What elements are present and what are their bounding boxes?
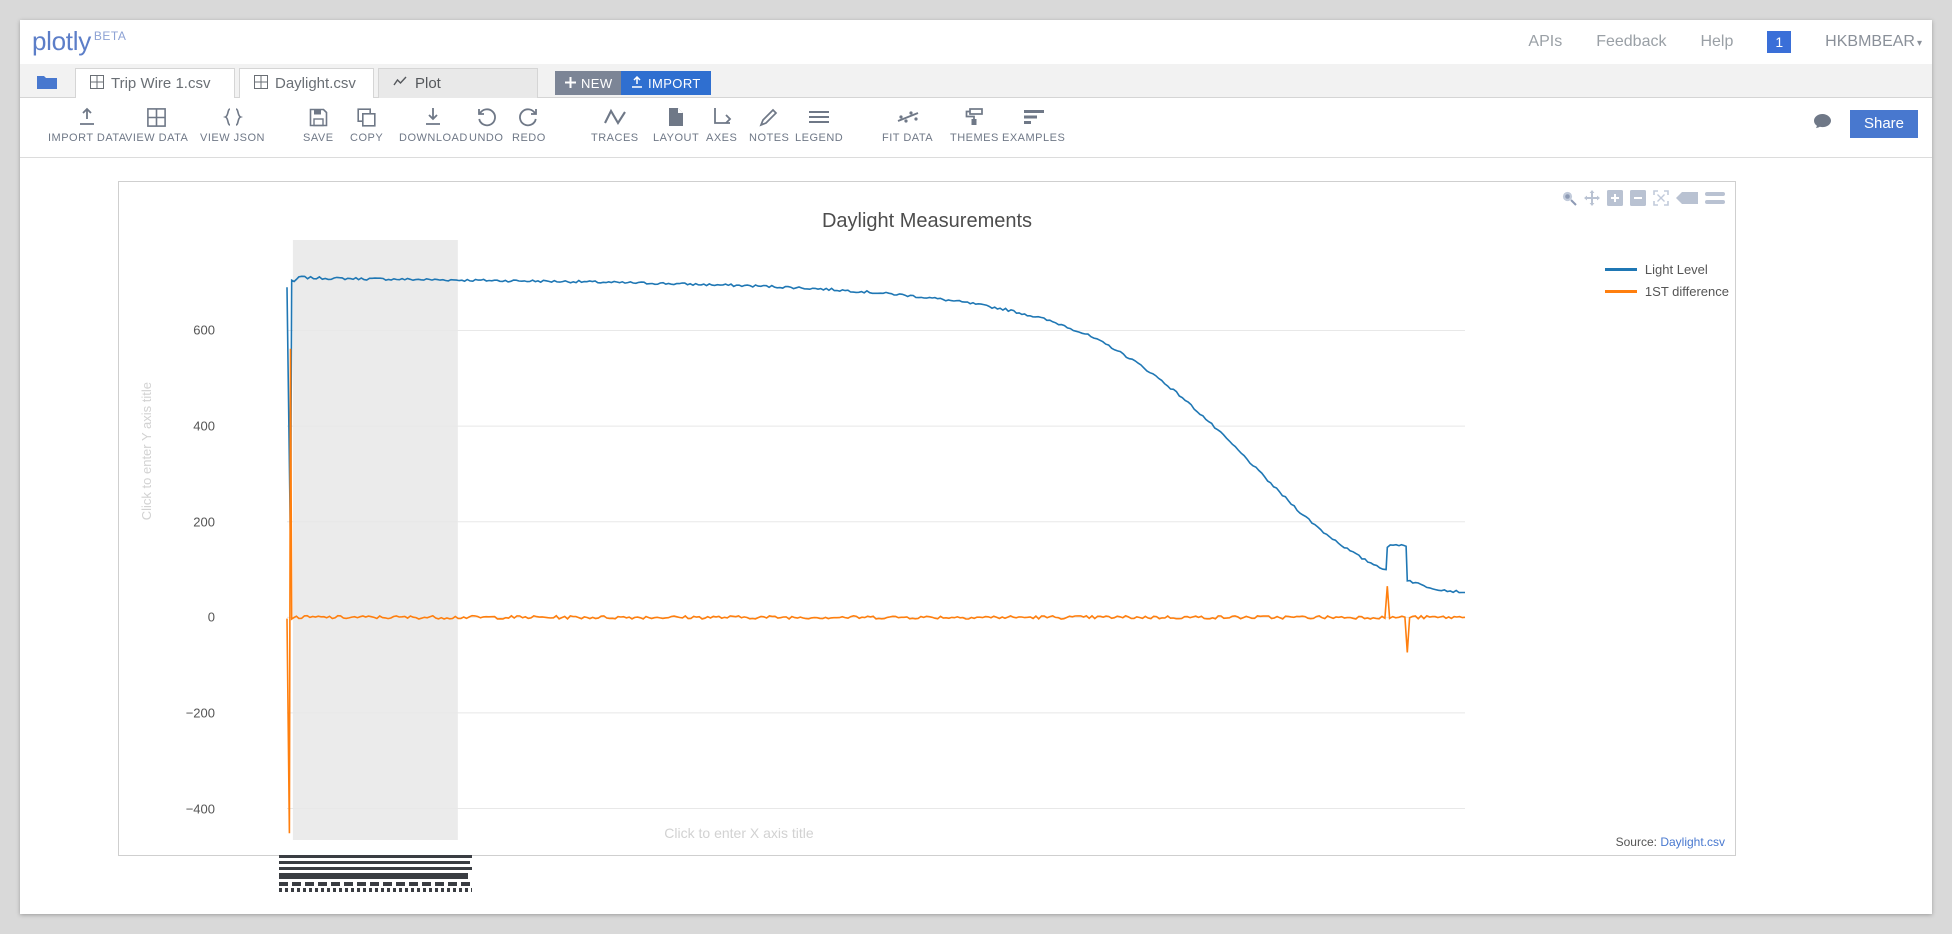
- toolbar-label: FIT DATA: [882, 132, 934, 144]
- toolbar-label: DOWNLOAD: [399, 132, 468, 144]
- braces-icon: [222, 106, 244, 128]
- undo-icon: [476, 106, 497, 128]
- fit-data-icon: [896, 106, 920, 128]
- nav-link-feedback[interactable]: Feedback: [1596, 33, 1666, 51]
- toolbar-label: SAVE: [303, 132, 334, 144]
- trace-line-icon: [603, 106, 627, 128]
- source-prefix: Source:: [1615, 835, 1657, 849]
- tab-label: Plot: [415, 75, 441, 92]
- x-axis-tick-labels: [278, 855, 472, 900]
- toolbar-undo[interactable]: UNDO: [469, 106, 503, 144]
- source-file-link[interactable]: Daylight.csv: [1660, 835, 1725, 849]
- comment-icon[interactable]: [1813, 113, 1832, 135]
- toolbar-layout[interactable]: LAYOUT: [653, 106, 699, 144]
- toolbar-view-data[interactable]: VIEW DATA: [125, 106, 188, 144]
- upload-icon: [77, 106, 97, 128]
- import-button-label: IMPORT: [648, 75, 701, 91]
- download-icon: [423, 106, 443, 128]
- plot-card: Daylight Measurements Light Level 1ST di…: [118, 181, 1737, 900]
- account-name: HKBMBEAR: [1825, 33, 1915, 50]
- toolbar-redo[interactable]: REDO: [512, 106, 546, 144]
- page-icon: [668, 106, 684, 128]
- copy-icon: [357, 106, 376, 128]
- toolbar-label: NOTES: [749, 132, 790, 144]
- plotly-logo[interactable]: plotly BETA: [32, 26, 126, 57]
- toolbar-label: REDO: [512, 132, 546, 144]
- toolbar-label: LEGEND: [795, 132, 844, 144]
- toolbar-label: VIEW JSON: [200, 132, 266, 144]
- editor-toolbar: IMPORT DATA VIEW DATA VIEW JSON SAVE COP: [20, 98, 1932, 158]
- top-navigation-bar: plotly BETA APIs Feedback Help 1 HKBMBEAR…: [20, 20, 1932, 64]
- file-tab-strip: Trip Wire 1.csv Daylight.csv Plot NEW IM: [20, 64, 1932, 98]
- chevron-down-icon: ▾: [1916, 38, 1922, 49]
- toolbar-copy[interactable]: COPY: [350, 106, 383, 144]
- x-axis-title[interactable]: Click to enter X axis title: [119, 825, 1359, 841]
- toolbar-label: LAYOUT: [653, 132, 700, 144]
- beta-badge: BETA: [93, 29, 127, 44]
- toolbar-label: IMPORT DATA: [48, 132, 127, 144]
- share-button[interactable]: Share: [1849, 110, 1918, 138]
- tab-label: Trip Wire 1.csv: [111, 75, 211, 92]
- toolbar-examples[interactable]: EXAMPLES: [1002, 106, 1065, 144]
- import-button[interactable]: IMPORT: [621, 71, 711, 95]
- bars-icon: [1023, 106, 1045, 128]
- toolbar-fit-data[interactable]: FIT DATA: [882, 106, 933, 144]
- tab-label: Daylight.csv: [275, 75, 356, 92]
- roller-icon: [964, 106, 984, 128]
- nav-link-apis[interactable]: APIs: [1528, 33, 1562, 51]
- axes-icon: [712, 106, 732, 128]
- toolbar-label: UNDO: [469, 132, 504, 144]
- toolbar-label: VIEW DATA: [125, 132, 189, 144]
- toolbar-import-data[interactable]: IMPORT DATA: [48, 106, 127, 144]
- chart-source: Source: Daylight.csv: [1616, 835, 1725, 849]
- new-button[interactable]: NEW: [555, 71, 623, 95]
- chart-icon: [393, 75, 408, 93]
- toolbar-notes[interactable]: NOTES: [749, 106, 789, 144]
- tab-plot[interactable]: Plot: [378, 68, 538, 98]
- grid-icon: [90, 74, 104, 93]
- toolbar-themes[interactable]: THEMES: [950, 106, 999, 144]
- new-button-label: NEW: [581, 75, 613, 91]
- toolbar-right-actions: Share: [1813, 110, 1918, 138]
- toolbar-label: EXAMPLES: [1002, 132, 1066, 144]
- toolbar-legend[interactable]: LEGEND: [795, 106, 843, 144]
- toolbar-view-json[interactable]: VIEW JSON: [200, 106, 265, 144]
- toolbar-download[interactable]: DOWNLOAD: [399, 106, 468, 144]
- plus-icon: [565, 76, 576, 91]
- lines-icon: [808, 106, 830, 128]
- plotly-app-window: plotly BETA APIs Feedback Help 1 HKBMBEAR…: [20, 20, 1932, 914]
- floppy-icon: [309, 106, 328, 128]
- toolbar-save[interactable]: SAVE: [303, 106, 334, 144]
- notification-badge[interactable]: 1: [1767, 31, 1792, 53]
- tab-trip-wire-csv[interactable]: Trip Wire 1.csv: [75, 68, 235, 98]
- toolbar-traces[interactable]: TRACES: [591, 106, 639, 144]
- brand-name: plotly: [32, 26, 91, 56]
- toolbar-label: TRACES: [591, 132, 639, 144]
- grid-icon: [254, 74, 268, 93]
- toolbar-label: AXES: [706, 132, 738, 144]
- redo-icon: [518, 106, 539, 128]
- top-nav-links: APIs Feedback Help 1 HKBMBEAR ▾: [1528, 20, 1922, 64]
- tab-daylight-csv[interactable]: Daylight.csv: [239, 68, 374, 98]
- series-1-line: [286, 275, 1465, 594]
- grid-icon: [147, 106, 167, 128]
- toolbar-label: COPY: [350, 132, 384, 144]
- upload-icon: [631, 75, 643, 91]
- toolbar-label: THEMES: [950, 132, 999, 144]
- folder-icon[interactable]: [32, 69, 62, 95]
- account-menu[interactable]: HKBMBEAR ▾: [1825, 33, 1922, 51]
- plot-drawing-area[interactable]: [119, 182, 1737, 857]
- toolbar-axes[interactable]: AXES: [706, 106, 737, 144]
- nav-link-help[interactable]: Help: [1700, 33, 1733, 51]
- pencil-icon: [759, 106, 779, 128]
- series-2-line: [286, 348, 1466, 834]
